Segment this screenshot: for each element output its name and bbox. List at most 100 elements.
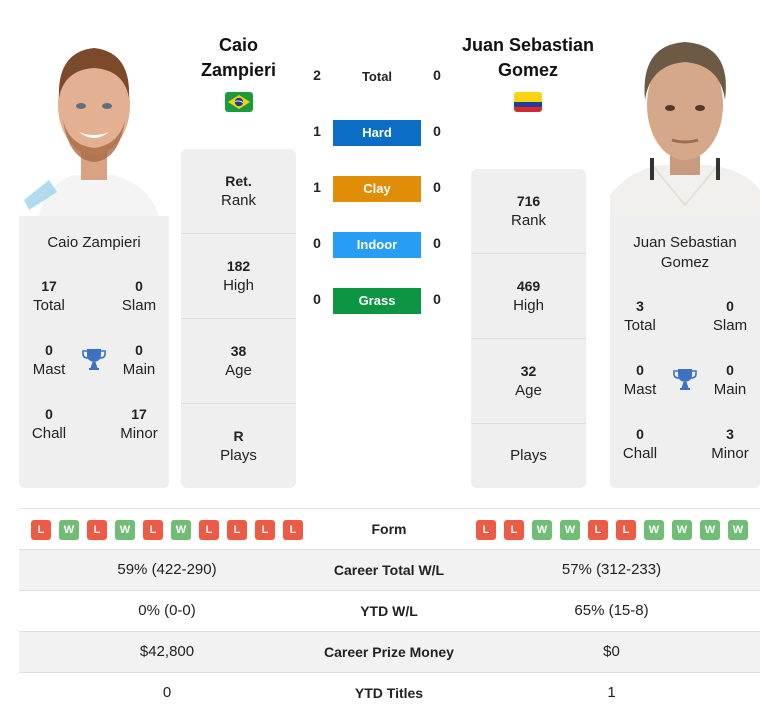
age-cell: 32 Age — [471, 339, 586, 424]
form-loss-badge[interactable]: L — [31, 520, 51, 540]
h2h-total-label: Total — [361, 69, 393, 84]
form-loss-badge[interactable]: L — [87, 520, 107, 540]
h2h-left-value: 2 — [313, 67, 321, 83]
surface-hard-badge[interactable]: Hard — [333, 120, 421, 146]
titles-main-value: 0 — [726, 362, 734, 378]
rank-cell: Ret. Rank — [181, 149, 296, 234]
titles-slam-right: 0 Slam — [700, 296, 760, 336]
row-label: YTD Titles — [354, 685, 424, 701]
left-value: 0% (0-0) — [138, 602, 196, 619]
titles-main-right: 0 Main — [700, 360, 760, 400]
table-row: 59% (422-290) Career Total W/L 57% (312-… — [19, 550, 760, 591]
colombia-flag-icon — [514, 92, 542, 112]
titles-card-left: Caio Zampieri 17 Total 0 Slam 0 Mast 0 Main … — [19, 216, 169, 488]
surface-grass-badge[interactable]: Grass — [333, 288, 421, 314]
titles-total-right: 3 Total — [610, 296, 670, 336]
plays-cell: Plays — [471, 424, 586, 488]
table-row: 0% (0-0) YTD W/L 65% (15-8) — [19, 591, 760, 632]
left-value: $42,800 — [139, 643, 195, 660]
h2h-left-value: 1 — [313, 123, 321, 139]
h2h-left-value: 1 — [313, 179, 321, 195]
brazil-flag-icon — [225, 92, 253, 112]
player-name-left-line1: Caio — [218, 35, 258, 55]
form-loss-badge[interactable]: L — [283, 520, 303, 540]
comparison-table: LWLWLWLLLL Form LLWWLLWWWW 59% (422-290)… — [19, 508, 760, 714]
form-loss-badge[interactable]: L — [199, 520, 219, 540]
age-value: 38 — [230, 343, 247, 359]
form-win-badge[interactable]: W — [115, 520, 135, 540]
form-loss-badge[interactable]: L — [504, 520, 524, 540]
titles-main-value: 0 — [135, 342, 143, 358]
titles-mast-value: 0 — [45, 342, 53, 358]
form-right: LLWWLLWWWW — [476, 520, 748, 540]
player-name-left-line2: Zampieri — [200, 60, 277, 80]
h2h-left-value: 0 — [313, 291, 321, 307]
card-player-name-right-line1: Juan Sebastian — [633, 234, 737, 251]
titles-mast-left: 0 Mast — [19, 340, 79, 380]
plays-label: Plays — [220, 447, 257, 464]
titles-minor-left: 17 Minor — [109, 404, 169, 444]
form-win-badge[interactable]: W — [644, 520, 664, 540]
titles-main-label: Main — [122, 361, 156, 378]
form-win-badge[interactable]: W — [171, 520, 191, 540]
high-label: High — [223, 277, 254, 294]
h2h-left-value: 0 — [313, 235, 321, 251]
h2h-row-indoor: 0 Indoor 0 — [305, 232, 450, 258]
form-win-badge[interactable]: W — [532, 520, 552, 540]
titles-chall-value: 0 — [45, 406, 53, 422]
titles-slam-label: Slam — [712, 317, 748, 334]
right-value: 1 — [607, 684, 616, 701]
rank-value: 716 — [516, 193, 541, 209]
card-player-name-left: Caio Zampieri — [47, 234, 141, 251]
form-loss-badge[interactable]: L — [476, 520, 496, 540]
trophy-icon — [672, 366, 698, 392]
age-value: 32 — [520, 363, 537, 379]
form-win-badge[interactable]: W — [672, 520, 692, 540]
titles-mast-label: Mast — [32, 361, 66, 378]
titles-slam-value: 0 — [135, 278, 143, 294]
titles-chall-label: Chall — [622, 445, 658, 462]
h2h-right-value: 0 — [433, 123, 441, 139]
titles-chall-left: 0 Chall — [19, 404, 79, 444]
form-loss-badge[interactable]: L — [255, 520, 275, 540]
caio-zampieri-photo — [19, 20, 169, 216]
trophy-icon — [81, 346, 107, 372]
row-label: YTD W/L — [360, 603, 418, 619]
player-name-right-line1: Juan Sebastian — [461, 35, 595, 55]
table-row: $42,800 Career Prize Money $0 — [19, 632, 760, 673]
form-win-badge[interactable]: W — [700, 520, 720, 540]
h2h-row-hard: 1 Hard 0 — [305, 120, 450, 146]
h2h-right-value: 0 — [433, 235, 441, 251]
left-value: 59% (422-290) — [117, 561, 217, 578]
titles-chall-right: 0 Chall — [610, 424, 670, 464]
form-win-badge[interactable]: W — [728, 520, 748, 540]
row-label: Career Total W/L — [333, 562, 445, 578]
titles-total-label: Total — [33, 297, 65, 314]
titles-chall-label: Chall — [31, 425, 67, 442]
form-loss-badge[interactable]: L — [227, 520, 247, 540]
right-value: $0 — [603, 643, 620, 660]
titles-card-right: Juan Sebastian Gomez 3 Total 0 Slam 0 Mast … — [610, 216, 760, 488]
surface-indoor-badge[interactable]: Indoor — [333, 232, 421, 258]
left-value: 0 — [162, 684, 172, 701]
titles-minor-right: 3 Minor — [700, 424, 760, 464]
right-value: 57% (312-233) — [561, 561, 662, 578]
card-player-name-right-line2: Gomez — [660, 254, 710, 271]
form-loss-badge[interactable]: L — [616, 520, 636, 540]
player-name-left[interactable]: Caio Zampieri — [181, 33, 296, 83]
rank-value: Ret. — [225, 173, 252, 189]
h2h-row-clay: 1 Clay 0 — [305, 176, 450, 202]
player-photo-right — [610, 20, 760, 216]
form-win-badge[interactable]: W — [59, 520, 79, 540]
age-label: Age — [225, 362, 252, 379]
player-name-right[interactable]: Juan Sebastian Gomez — [452, 33, 604, 83]
high-value: 469 — [516, 278, 541, 294]
high-cell: 469 High — [471, 254, 586, 339]
titles-mast-value: 0 — [636, 362, 644, 378]
titles-minor-value: 3 — [726, 426, 734, 442]
form-loss-badge[interactable]: L — [143, 520, 163, 540]
form-win-badge[interactable]: W — [560, 520, 580, 540]
form-loss-badge[interactable]: L — [588, 520, 608, 540]
surface-clay-badge[interactable]: Clay — [333, 176, 421, 202]
row-label: Career Prize Money — [324, 644, 454, 660]
